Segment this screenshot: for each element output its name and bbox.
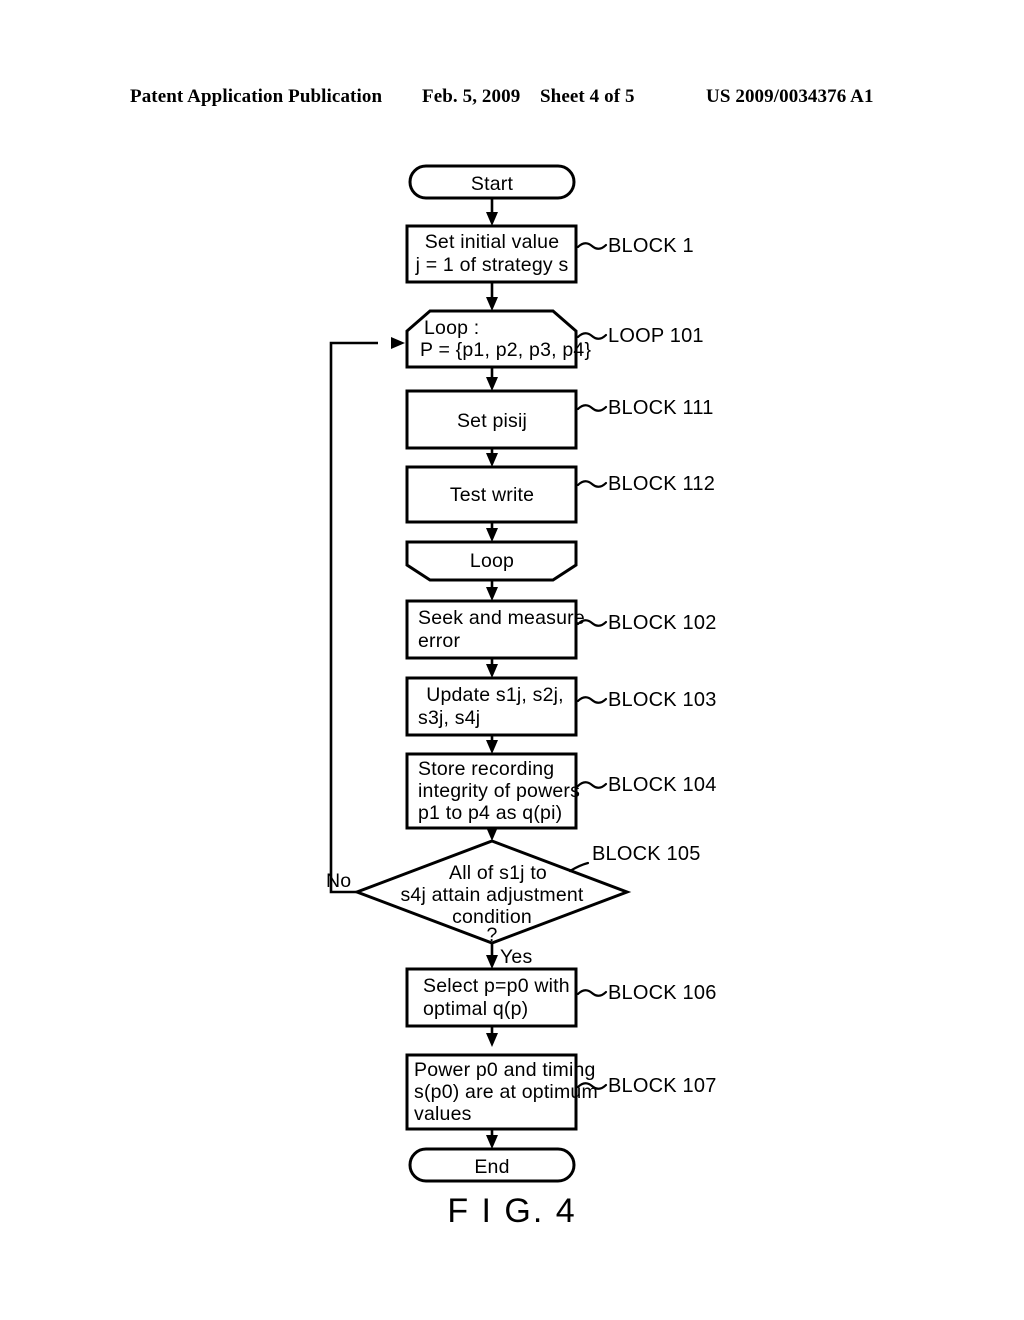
arrowhead-icon bbox=[486, 955, 498, 969]
branch-no-label: No bbox=[326, 870, 351, 892]
block106-label: BLOCK 106 bbox=[608, 982, 717, 1004]
block111-text-line1: Set pisij bbox=[457, 410, 527, 432]
block104-text-line2: integrity of powers bbox=[418, 780, 580, 802]
arrowhead-icon bbox=[486, 212, 498, 226]
connector-block102-to-block103 bbox=[486, 658, 498, 678]
arrowhead-icon bbox=[391, 337, 405, 349]
block102-text-line1: Seek and measure bbox=[418, 607, 585, 629]
connector-block112-to-loopend bbox=[486, 522, 498, 542]
loop101-text-line1: Loop : bbox=[424, 317, 479, 339]
block112-label: BLOCK 112 bbox=[608, 473, 715, 495]
block112-text-line1: Test write bbox=[450, 484, 534, 506]
arrowhead-icon bbox=[486, 587, 498, 601]
block104-text-line3: p1 to p4 as q(pi) bbox=[418, 802, 562, 824]
connector-block107-to-end bbox=[486, 1129, 498, 1149]
block102-text-line2: error bbox=[418, 630, 460, 652]
node-block-105-decision: All of s1j to s4j attain adjustment cond… bbox=[352, 839, 701, 946]
connector-start-to-block1 bbox=[486, 198, 498, 226]
arrowhead-icon bbox=[486, 740, 498, 754]
end-label: End bbox=[474, 1156, 509, 1178]
arrowhead-icon bbox=[486, 1033, 498, 1047]
figure-caption: F I G. 4 bbox=[447, 1192, 577, 1230]
branch-yes: Yes bbox=[486, 943, 532, 969]
arrowhead-icon bbox=[486, 528, 498, 542]
block106-text-line1: Select p=p0 with bbox=[423, 975, 570, 997]
block112-leader-line bbox=[576, 480, 608, 488]
block106-text-line2: optimal q(p) bbox=[423, 998, 528, 1020]
node-block-104: Store recording integrity of powers p1 t… bbox=[405, 752, 717, 830]
block105-label: BLOCK 105 bbox=[592, 843, 701, 865]
branch-no-feedback: No bbox=[326, 337, 405, 894]
arrowhead-icon bbox=[486, 827, 498, 841]
flowchart-svg: Start Set initial value j = 1 of strateg… bbox=[326, 164, 717, 1183]
block104-text-line1: Store recording bbox=[418, 758, 554, 780]
block105-text-line1: All of s1j to bbox=[449, 862, 547, 884]
connector-loopend-to-block102 bbox=[486, 580, 498, 601]
node-block-1: Set initial value j = 1 of strategy s BL… bbox=[405, 224, 694, 284]
node-loop-101: Loop : P = {p1, p2, p3, p4} LOOP 101 bbox=[405, 309, 704, 369]
branch-yes-label: Yes bbox=[500, 946, 532, 968]
block105-text-line2: s4j attain adjustment bbox=[400, 884, 583, 906]
loop101-leader-line bbox=[576, 332, 608, 340]
block103-leader-line bbox=[576, 696, 608, 704]
block111-label: BLOCK 111 bbox=[608, 397, 714, 419]
connector-block106-to-block107 bbox=[486, 1026, 498, 1047]
node-block-112: Test write BLOCK 112 bbox=[405, 465, 715, 524]
block104-label: BLOCK 104 bbox=[608, 774, 717, 796]
block1-text-line1: Set initial value bbox=[425, 231, 560, 253]
node-block-106: Select p=p0 with optimal q(p) BLOCK 106 bbox=[405, 967, 717, 1028]
arrowhead-icon bbox=[486, 1135, 498, 1149]
arrowhead-icon bbox=[486, 377, 498, 391]
block103-text-line2: s3j, s4j bbox=[418, 707, 480, 729]
block103-text-line1: Update s1j, s2j, bbox=[426, 684, 564, 706]
node-start: Start bbox=[408, 164, 576, 200]
figure-flowchart: Start Set initial value j = 1 of strateg… bbox=[0, 0, 1024, 1320]
connector-block103-to-block104 bbox=[486, 735, 498, 754]
arrowhead-icon bbox=[486, 453, 498, 467]
node-block-111: Set pisij BLOCK 111 bbox=[405, 389, 714, 450]
arrowhead-icon bbox=[486, 297, 498, 311]
node-end: End bbox=[408, 1147, 576, 1183]
connector-block1-to-loop101 bbox=[486, 282, 498, 311]
block1-label: BLOCK 1 bbox=[608, 235, 694, 257]
block103-label: BLOCK 103 bbox=[608, 689, 717, 711]
block102-label: BLOCK 102 bbox=[608, 612, 717, 634]
block105-text-line4: ? bbox=[486, 924, 497, 946]
connector-loop101-to-block111 bbox=[486, 367, 498, 391]
block104-leader-line bbox=[576, 781, 608, 789]
start-label: Start bbox=[471, 173, 514, 195]
connector-block111-to-block112 bbox=[486, 448, 498, 467]
loop101-text-line2: P = {p1, p2, p3, p4} bbox=[420, 339, 591, 361]
arrowhead-icon bbox=[486, 664, 498, 678]
block107-text-line2: s(p0) are at optimum bbox=[414, 1081, 598, 1103]
block105-leader-line bbox=[568, 861, 590, 873]
block1-leader-line bbox=[576, 242, 608, 250]
block1-text-line2: j = 1 of strategy s bbox=[415, 254, 569, 276]
node-loop-end: Loop bbox=[405, 540, 578, 582]
node-block-103: Update s1j, s2j, s3j, s4j BLOCK 103 bbox=[405, 676, 717, 737]
block107-text-line1: Power p0 and timing bbox=[414, 1059, 596, 1081]
block107-label: BLOCK 107 bbox=[608, 1075, 717, 1097]
connector-block104-to-block105 bbox=[486, 827, 498, 841]
block106-leader-line bbox=[576, 989, 608, 997]
block107-text-line3: values bbox=[414, 1103, 472, 1125]
loopend-label: Loop bbox=[470, 550, 514, 572]
node-block-107: Power p0 and timing s(p0) are at optimum… bbox=[405, 1053, 717, 1131]
loop101-label: LOOP 101 bbox=[608, 325, 704, 347]
node-block-102: Seek and measure error BLOCK 102 bbox=[405, 599, 717, 660]
block111-leader-line bbox=[576, 404, 608, 412]
